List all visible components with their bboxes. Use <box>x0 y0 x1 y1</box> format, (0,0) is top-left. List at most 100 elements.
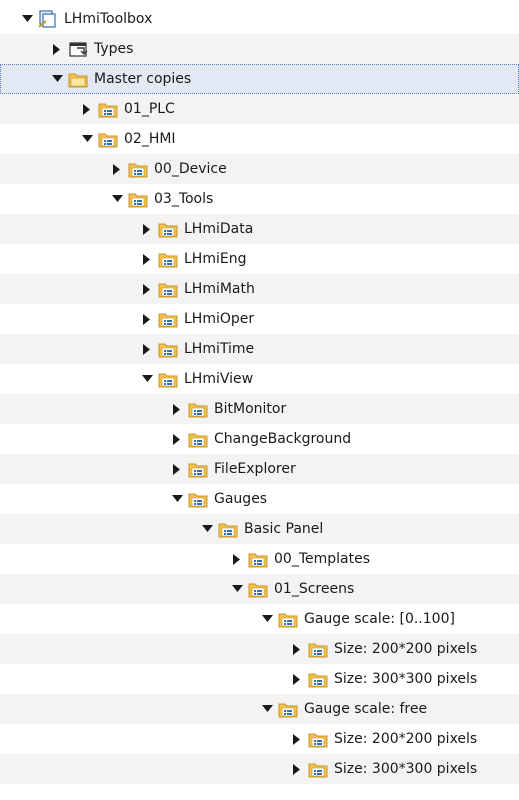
tree-item-label: Gauge scale: [0..100] <box>304 611 455 627</box>
master-copies-folder-icon <box>68 70 88 88</box>
folder-icon <box>218 520 238 538</box>
tree-item-label: Gauges <box>214 491 268 507</box>
expand-arrow-icon[interactable] <box>140 222 154 236</box>
collapse-arrow-icon[interactable] <box>20 12 34 26</box>
tree-item-label: LHmiView <box>184 371 254 387</box>
expand-arrow-icon[interactable] <box>230 552 244 566</box>
tree-row[interactable]: Size: 300*300 pixels <box>0 664 519 694</box>
folder-icon <box>248 550 268 568</box>
tree-row[interactable]: 00_Device <box>0 154 519 184</box>
expand-arrow-icon[interactable] <box>140 342 154 356</box>
folder-icon <box>248 580 268 598</box>
folder-icon <box>188 430 208 448</box>
expand-arrow-icon[interactable] <box>290 732 304 746</box>
library-icon <box>38 10 58 28</box>
folder-icon <box>308 760 328 778</box>
tree-row[interactable]: Master copies <box>0 64 519 94</box>
tree-row[interactable]: LHmiEng <box>0 244 519 274</box>
folder-icon <box>278 610 298 628</box>
tree-row[interactable]: LHmiTime <box>0 334 519 364</box>
tree-item-label: 01_PLC <box>124 101 175 117</box>
tree-item-label: Basic Panel <box>244 521 324 537</box>
tree-row[interactable]: 02_HMI <box>0 124 519 154</box>
folder-icon <box>158 310 178 328</box>
tree-item-label: Size: 200*200 pixels <box>334 731 478 747</box>
tree-item-label: BitMonitor <box>214 401 287 417</box>
types-icon <box>68 40 88 58</box>
tree-row[interactable]: BitMonitor <box>0 394 519 424</box>
folder-icon <box>308 640 328 658</box>
collapse-arrow-icon[interactable] <box>170 492 184 506</box>
expand-arrow-icon[interactable] <box>80 102 94 116</box>
folder-icon <box>188 460 208 478</box>
tree-row[interactable]: Gauge scale: [0..100] <box>0 604 519 634</box>
tree-item-label: Size: 300*300 pixels <box>334 761 478 777</box>
expand-arrow-icon[interactable] <box>290 762 304 776</box>
tree-item-label: Gauge scale: free <box>304 701 428 717</box>
collapse-arrow-icon[interactable] <box>110 192 124 206</box>
tree-row[interactable]: 00_Templates <box>0 544 519 574</box>
tree-item-label: LHmiToolbox <box>64 11 153 27</box>
folder-icon <box>128 190 148 208</box>
folder-icon <box>98 130 118 148</box>
folder-icon <box>128 160 148 178</box>
tree-row[interactable]: Gauge scale: free <box>0 694 519 724</box>
tree-row[interactable]: LHmiOper <box>0 304 519 334</box>
tree-item-label: ChangeBackground <box>214 431 352 447</box>
folder-icon <box>158 220 178 238</box>
folder-icon <box>158 370 178 388</box>
folder-icon <box>188 490 208 508</box>
tree-item-label: LHmiMath <box>184 281 255 297</box>
tree-row[interactable]: 03_Tools <box>0 184 519 214</box>
tree-item-label: Master copies <box>94 71 192 87</box>
collapse-arrow-icon[interactable] <box>140 372 154 386</box>
expand-arrow-icon[interactable] <box>170 432 184 446</box>
collapse-arrow-icon[interactable] <box>230 582 244 596</box>
tree-item-label: 00_Device <box>154 161 227 177</box>
tree-row[interactable]: 01_PLC <box>0 94 519 124</box>
tree-row[interactable]: LHmiMath <box>0 274 519 304</box>
tree-item-label: Types <box>94 41 134 57</box>
folder-icon <box>158 340 178 358</box>
tree-row[interactable]: FileExplorer <box>0 454 519 484</box>
tree-item-label: LHmiData <box>184 221 254 237</box>
tree-row[interactable]: Size: 200*200 pixels <box>0 634 519 664</box>
tree-item-label: LHmiOper <box>184 311 255 327</box>
collapse-arrow-icon[interactable] <box>50 72 64 86</box>
collapse-arrow-icon[interactable] <box>260 702 274 716</box>
collapse-arrow-icon[interactable] <box>80 132 94 146</box>
tree-row[interactable]: Size: 300*300 pixels <box>0 754 519 784</box>
tree-row[interactable]: Basic Panel <box>0 514 519 544</box>
expand-arrow-icon[interactable] <box>290 642 304 656</box>
folder-icon <box>158 250 178 268</box>
folder-icon <box>308 670 328 688</box>
tree-row[interactable]: Types <box>0 34 519 64</box>
expand-arrow-icon[interactable] <box>170 402 184 416</box>
tree-row[interactable]: Size: 200*200 pixels <box>0 724 519 754</box>
tree-row[interactable]: ChangeBackground <box>0 424 519 454</box>
tree-item-label: LHmiEng <box>184 251 247 267</box>
tree-row[interactable]: Gauges <box>0 484 519 514</box>
tree-item-label: 01_Screens <box>274 581 355 597</box>
tree-item-label: LHmiTime <box>184 341 255 357</box>
tree-row[interactable]: LHmiToolbox <box>0 4 519 34</box>
tree-row[interactable]: LHmiData <box>0 214 519 244</box>
expand-arrow-icon[interactable] <box>140 282 154 296</box>
tree-item-label: FileExplorer <box>214 461 296 477</box>
expand-arrow-icon[interactable] <box>140 312 154 326</box>
collapse-arrow-icon[interactable] <box>200 522 214 536</box>
folder-icon <box>98 100 118 118</box>
tree-row[interactable]: 01_Screens <box>0 574 519 604</box>
expand-arrow-icon[interactable] <box>290 672 304 686</box>
folder-icon <box>308 730 328 748</box>
expand-arrow-icon[interactable] <box>50 42 64 56</box>
folder-icon <box>188 400 208 418</box>
expand-arrow-icon[interactable] <box>140 252 154 266</box>
tree-item-label: 03_Tools <box>154 191 214 207</box>
expand-arrow-icon[interactable] <box>170 462 184 476</box>
tree-item-label: 00_Templates <box>274 551 370 567</box>
tree-item-label: 02_HMI <box>124 131 176 147</box>
tree-row[interactable]: LHmiView <box>0 364 519 394</box>
collapse-arrow-icon[interactable] <box>260 612 274 626</box>
expand-arrow-icon[interactable] <box>110 162 124 176</box>
